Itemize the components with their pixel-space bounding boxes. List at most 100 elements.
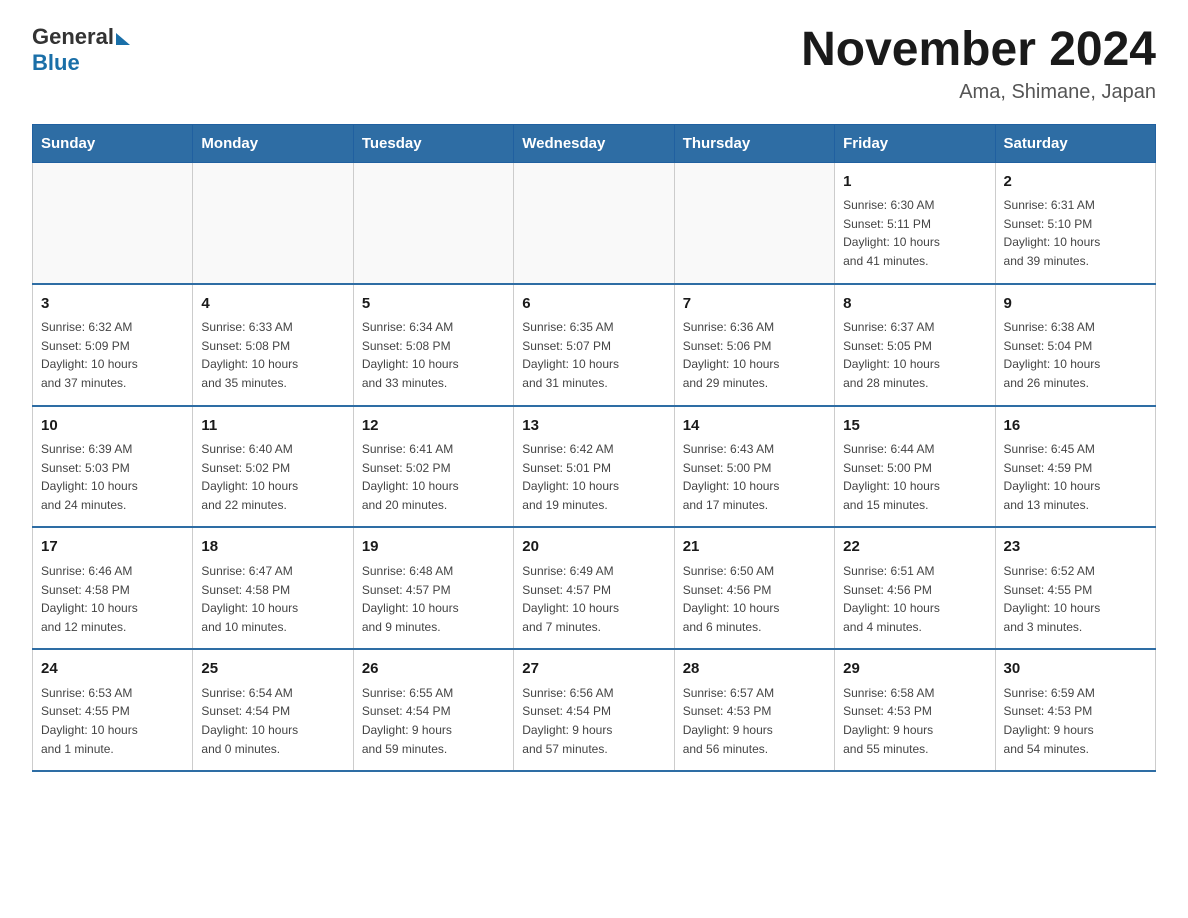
day-info: Sunrise: 6:48 AM Sunset: 4:57 PM Dayligh…: [362, 562, 505, 636]
calendar-cell: 11Sunrise: 6:40 AM Sunset: 5:02 PM Dayli…: [193, 406, 353, 528]
day-number: 20: [522, 536, 665, 559]
day-number: 1: [843, 171, 986, 194]
day-info: Sunrise: 6:30 AM Sunset: 5:11 PM Dayligh…: [843, 196, 986, 270]
day-info: Sunrise: 6:52 AM Sunset: 4:55 PM Dayligh…: [1004, 562, 1147, 636]
calendar-cell: 15Sunrise: 6:44 AM Sunset: 5:00 PM Dayli…: [835, 406, 995, 528]
day-number: 26: [362, 658, 505, 681]
calendar-cell: 25Sunrise: 6:54 AM Sunset: 4:54 PM Dayli…: [193, 649, 353, 771]
day-info: Sunrise: 6:55 AM Sunset: 4:54 PM Dayligh…: [362, 684, 505, 758]
day-info: Sunrise: 6:33 AM Sunset: 5:08 PM Dayligh…: [201, 318, 344, 392]
calendar-cell: 4Sunrise: 6:33 AM Sunset: 5:08 PM Daylig…: [193, 284, 353, 406]
calendar-day-header: Thursday: [674, 124, 834, 162]
day-number: 8: [843, 293, 986, 316]
day-number: 15: [843, 415, 986, 438]
calendar-week-row: 10Sunrise: 6:39 AM Sunset: 5:03 PM Dayli…: [33, 406, 1156, 528]
day-number: 21: [683, 536, 826, 559]
day-info: Sunrise: 6:47 AM Sunset: 4:58 PM Dayligh…: [201, 562, 344, 636]
day-number: 23: [1004, 536, 1147, 559]
day-info: Sunrise: 6:38 AM Sunset: 5:04 PM Dayligh…: [1004, 318, 1147, 392]
day-number: 4: [201, 293, 344, 316]
day-number: 22: [843, 536, 986, 559]
calendar-table: SundayMondayTuesdayWednesdayThursdayFrid…: [32, 124, 1156, 772]
calendar-cell: 14Sunrise: 6:43 AM Sunset: 5:00 PM Dayli…: [674, 406, 834, 528]
day-info: Sunrise: 6:58 AM Sunset: 4:53 PM Dayligh…: [843, 684, 986, 758]
calendar-cell: 13Sunrise: 6:42 AM Sunset: 5:01 PM Dayli…: [514, 406, 674, 528]
calendar-day-header: Saturday: [995, 124, 1155, 162]
day-number: 6: [522, 293, 665, 316]
day-info: Sunrise: 6:46 AM Sunset: 4:58 PM Dayligh…: [41, 562, 184, 636]
calendar-day-header: Wednesday: [514, 124, 674, 162]
day-number: 19: [362, 536, 505, 559]
calendar-week-row: 3Sunrise: 6:32 AM Sunset: 5:09 PM Daylig…: [33, 284, 1156, 406]
calendar-cell: [353, 162, 513, 283]
title-section: November 2024 Ama, Shimane, Japan: [801, 24, 1156, 104]
day-number: 2: [1004, 171, 1147, 194]
day-number: 27: [522, 658, 665, 681]
calendar-cell: 17 Sunrise: 6:46 AM Sunset: 4:58 PM Dayli…: [33, 527, 193, 649]
day-info: Sunrise: 6:54 AM Sunset: 4:54 PM Dayligh…: [201, 684, 344, 758]
logo-general-text: General: [32, 24, 114, 50]
day-number: 24: [41, 658, 184, 681]
day-number: 17: [41, 536, 184, 559]
calendar-cell: 1Sunrise: 6:30 AM Sunset: 5:11 PM Daylig…: [835, 162, 995, 283]
day-number: 12: [362, 415, 505, 438]
calendar-cell: 22Sunrise: 6:51 AM Sunset: 4:56 PM Dayli…: [835, 527, 995, 649]
calendar-cell: 21 Sunrise: 6:50 AM Sunset: 4:56 PM Dayli…: [674, 527, 834, 649]
calendar-cell: 18 Sunrise: 6:47 AM Sunset: 4:58 PM Dayli…: [193, 527, 353, 649]
day-info: Sunrise: 6:32 AM Sunset: 5:09 PM Dayligh…: [41, 318, 184, 392]
day-info: Sunrise: 6:44 AM Sunset: 5:00 PM Dayligh…: [843, 440, 986, 514]
calendar-cell: 3Sunrise: 6:32 AM Sunset: 5:09 PM Daylig…: [33, 284, 193, 406]
day-info: Sunrise: 6:40 AM Sunset: 5:02 PM Dayligh…: [201, 440, 344, 514]
calendar-cell: 19 Sunrise: 6:48 AM Sunset: 4:57 PM Dayli…: [353, 527, 513, 649]
calendar-cell: 28 Sunrise: 6:57 AM Sunset: 4:53 PM Dayli…: [674, 649, 834, 771]
logo-arrow-icon: [116, 33, 130, 45]
day-info: Sunrise: 6:57 AM Sunset: 4:53 PM Dayligh…: [683, 684, 826, 758]
day-info: Sunrise: 6:56 AM Sunset: 4:54 PM Dayligh…: [522, 684, 665, 758]
calendar-cell: [193, 162, 353, 283]
calendar-day-header: Friday: [835, 124, 995, 162]
day-info: Sunrise: 6:50 AM Sunset: 4:56 PM Dayligh…: [683, 562, 826, 636]
day-number: 5: [362, 293, 505, 316]
day-info: Sunrise: 6:36 AM Sunset: 5:06 PM Dayligh…: [683, 318, 826, 392]
calendar-cell: [33, 162, 193, 283]
calendar-cell: 10Sunrise: 6:39 AM Sunset: 5:03 PM Dayli…: [33, 406, 193, 528]
calendar-cell: 5Sunrise: 6:34 AM Sunset: 5:08 PM Daylig…: [353, 284, 513, 406]
day-number: 30: [1004, 658, 1147, 681]
day-info: Sunrise: 6:34 AM Sunset: 5:08 PM Dayligh…: [362, 318, 505, 392]
day-number: 9: [1004, 293, 1147, 316]
calendar-cell: 12Sunrise: 6:41 AM Sunset: 5:02 PM Dayli…: [353, 406, 513, 528]
calendar-cell: 20 Sunrise: 6:49 AM Sunset: 4:57 PM Dayli…: [514, 527, 674, 649]
day-info: Sunrise: 6:39 AM Sunset: 5:03 PM Dayligh…: [41, 440, 184, 514]
day-number: 28: [683, 658, 826, 681]
day-info: Sunrise: 6:43 AM Sunset: 5:00 PM Dayligh…: [683, 440, 826, 514]
calendar-cell: 16Sunrise: 6:45 AM Sunset: 4:59 PM Dayli…: [995, 406, 1155, 528]
day-info: Sunrise: 6:53 AM Sunset: 4:55 PM Dayligh…: [41, 684, 184, 758]
day-info: Sunrise: 6:37 AM Sunset: 5:05 PM Dayligh…: [843, 318, 986, 392]
calendar-header-row: SundayMondayTuesdayWednesdayThursdayFrid…: [33, 124, 1156, 162]
calendar-cell: 30Sunrise: 6:59 AM Sunset: 4:53 PM Dayli…: [995, 649, 1155, 771]
calendar-cell: 8Sunrise: 6:37 AM Sunset: 5:05 PM Daylig…: [835, 284, 995, 406]
day-info: Sunrise: 6:45 AM Sunset: 4:59 PM Dayligh…: [1004, 440, 1147, 514]
logo-blue-text: Blue: [32, 50, 80, 75]
calendar-cell: 23 Sunrise: 6:52 AM Sunset: 4:55 PM Dayli…: [995, 527, 1155, 649]
day-info: Sunrise: 6:49 AM Sunset: 4:57 PM Dayligh…: [522, 562, 665, 636]
day-number: 3: [41, 293, 184, 316]
calendar-week-row: 1Sunrise: 6:30 AM Sunset: 5:11 PM Daylig…: [33, 162, 1156, 283]
calendar-cell: [674, 162, 834, 283]
calendar-cell: 2Sunrise: 6:31 AM Sunset: 5:10 PM Daylig…: [995, 162, 1155, 283]
day-number: 29: [843, 658, 986, 681]
day-number: 10: [41, 415, 184, 438]
calendar-body: 1Sunrise: 6:30 AM Sunset: 5:11 PM Daylig…: [33, 162, 1156, 771]
day-number: 14: [683, 415, 826, 438]
calendar-cell: 7Sunrise: 6:36 AM Sunset: 5:06 PM Daylig…: [674, 284, 834, 406]
calendar-cell: 29 Sunrise: 6:58 AM Sunset: 4:53 PM Dayli…: [835, 649, 995, 771]
calendar-cell: [514, 162, 674, 283]
day-info: Sunrise: 6:42 AM Sunset: 5:01 PM Dayligh…: [522, 440, 665, 514]
day-number: 11: [201, 415, 344, 438]
day-info: Sunrise: 6:35 AM Sunset: 5:07 PM Dayligh…: [522, 318, 665, 392]
calendar-cell: 27 Sunrise: 6:56 AM Sunset: 4:54 PM Dayli…: [514, 649, 674, 771]
day-number: 18: [201, 536, 344, 559]
calendar-cell: 24 Sunrise: 6:53 AM Sunset: 4:55 PM Dayli…: [33, 649, 193, 771]
calendar-week-row: 24 Sunrise: 6:53 AM Sunset: 4:55 PM Dayli…: [33, 649, 1156, 771]
calendar-week-row: 17 Sunrise: 6:46 AM Sunset: 4:58 PM Dayli…: [33, 527, 1156, 649]
